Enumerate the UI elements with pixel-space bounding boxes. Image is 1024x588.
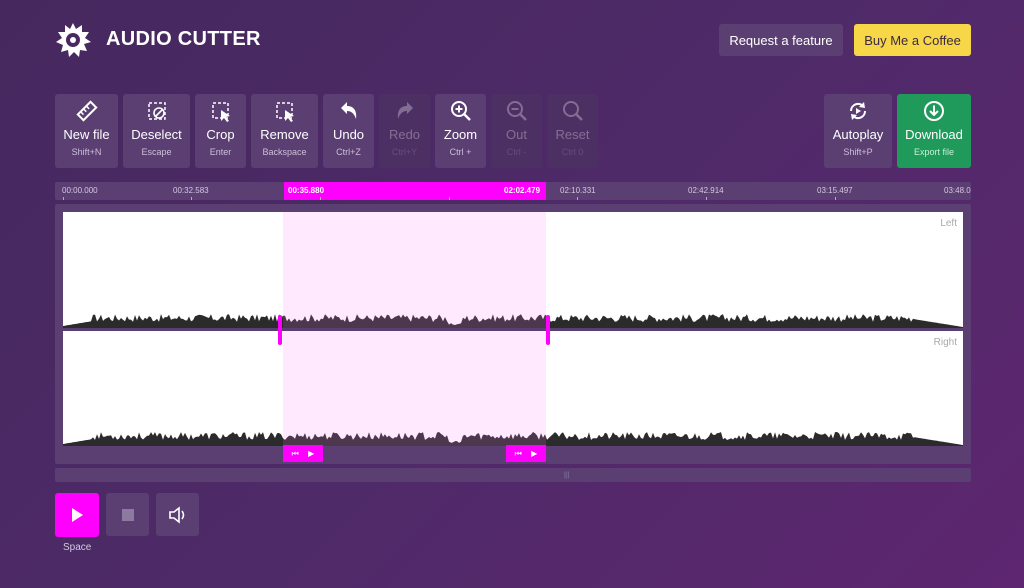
- download-button[interactable]: Download Export file: [897, 94, 971, 168]
- timeline-tick: 02:42.914: [688, 186, 724, 195]
- speaker-icon: [168, 505, 184, 524]
- timeline-tick-mark: [835, 197, 836, 200]
- deselect-label: Deselect: [131, 127, 182, 142]
- redo-shortcut: Ctrl+Y: [391, 147, 418, 157]
- crop-shortcut: Enter: [209, 147, 232, 157]
- ruler-icon: [75, 100, 98, 122]
- new-file-shortcut: Shift+N: [71, 147, 102, 157]
- stop-button[interactable]: [106, 493, 149, 536]
- selection-start-handle[interactable]: ⏮ ▶: [283, 445, 323, 462]
- saw-blade-logo-icon: [56, 23, 91, 57]
- selection-start-time: 00:35.880: [288, 186, 325, 195]
- app-header: AUDIO CUTTER Request a feature Buy Me a …: [0, 0, 1024, 80]
- download-shortcut: Export file: [913, 147, 955, 157]
- zoom-in-button[interactable]: Zoom Ctrl +: [435, 94, 486, 168]
- app-title: AUDIO CUTTER: [106, 28, 261, 50]
- autoplay-icon: [849, 102, 867, 120]
- timeline-ruler[interactable]: 00:00.000 00:32.583 02:10.331 02:42.914 …: [55, 182, 971, 200]
- redo-icon: [397, 102, 413, 119]
- download-icon: [924, 101, 944, 121]
- zoom-out-icon: [506, 101, 527, 121]
- timeline-tick: 03:48.080: [944, 186, 971, 195]
- play-button[interactable]: [55, 493, 99, 537]
- zoom-out-button[interactable]: Out Ctrl -: [491, 94, 542, 168]
- remove-button[interactable]: Remove Backspace: [251, 94, 318, 168]
- zoom-in-icon: [450, 101, 471, 121]
- selection-end-time: 02:02.479: [504, 186, 541, 195]
- zoom-reset-label: Reset: [555, 127, 590, 142]
- redo-label: Redo: [388, 127, 421, 142]
- selection-end-marker[interactable]: [546, 315, 550, 345]
- stop-icon: [121, 508, 134, 521]
- timeline-tick: 03:15.497: [817, 186, 853, 195]
- remove-label: Remove: [260, 127, 309, 142]
- timeline-tick-mark: [63, 197, 64, 200]
- undo-shortcut: Ctrl+Z: [336, 147, 361, 157]
- download-label: Download: [905, 127, 963, 142]
- play-from-start-icon: ▶: [308, 449, 315, 458]
- zoom-out-shortcut: Ctrl -: [506, 147, 527, 157]
- selection-start-marker[interactable]: [278, 315, 282, 345]
- timeline-tick: 00:00.000: [62, 186, 98, 195]
- zoom-in-shortcut: Ctrl +: [449, 147, 472, 157]
- play-shortcut-hint: Space: [63, 542, 92, 553]
- scroll-grip-icon[interactable]: |||: [564, 472, 569, 479]
- selection-overlay: [283, 331, 546, 446]
- deselect-button[interactable]: Deselect Escape: [123, 94, 190, 168]
- timeline-tick-mark: [449, 197, 450, 200]
- zoom-reset-button[interactable]: Reset Ctrl 0: [547, 94, 598, 168]
- right-channel-waveform[interactable]: Right: [63, 331, 963, 446]
- selection-end-handle[interactable]: ⏮ ▶: [506, 445, 546, 462]
- crop-label: Crop: [206, 127, 235, 142]
- autoplay-shortcut: Shift+P: [843, 147, 873, 157]
- play-from-end-icon: ▶: [531, 449, 538, 458]
- timeline-tick-mark: [706, 197, 707, 200]
- deselect-icon: [147, 102, 166, 120]
- skip-start-icon: ⏮: [514, 448, 522, 458]
- waveform-panel[interactable]: Left Right: [55, 204, 971, 464]
- timeline-tick: 02:10.331: [560, 186, 596, 195]
- crop-button[interactable]: Crop Enter: [195, 94, 246, 168]
- redo-button[interactable]: Redo Ctrl+Y: [379, 94, 430, 168]
- left-channel-waveform[interactable]: Left: [63, 212, 963, 328]
- right-channel-label: Right: [933, 337, 957, 348]
- zoom-out-label: Out: [506, 127, 527, 142]
- deselect-shortcut: Escape: [141, 147, 172, 157]
- undo-icon: [340, 102, 356, 119]
- selection-overlay: [283, 212, 546, 328]
- timeline-tick-mark: [191, 197, 192, 200]
- remove-shortcut: Backspace: [262, 147, 307, 157]
- zoom-reset-shortcut: Ctrl 0: [561, 147, 584, 157]
- crop-icon: [211, 102, 230, 122]
- new-file-button[interactable]: New file Shift+N: [55, 94, 118, 168]
- buy-me-a-coffee-button[interactable]: Buy Me a Coffee: [854, 24, 971, 56]
- undo-label: Undo: [332, 127, 365, 142]
- request-feature-button[interactable]: Request a feature: [719, 24, 843, 56]
- left-channel-label: Left: [940, 218, 957, 229]
- zoom-reset-icon: [562, 101, 583, 121]
- autoplay-button[interactable]: Autoplay Shift+P: [824, 94, 892, 168]
- autoplay-label: Autoplay: [832, 127, 884, 142]
- skip-start-icon: ⏮: [291, 448, 299, 458]
- remove-icon: [275, 102, 294, 122]
- timeline-tick-mark: [577, 197, 578, 200]
- play-icon: [72, 508, 83, 522]
- timeline-tick: 00:32.583: [173, 186, 209, 195]
- new-file-label: New file: [63, 127, 110, 142]
- undo-button[interactable]: Undo Ctrl+Z: [323, 94, 374, 168]
- timeline-tick-mark: [320, 197, 321, 200]
- volume-button[interactable]: [156, 493, 199, 536]
- horizontal-scrollbar[interactable]: |||: [55, 468, 971, 482]
- zoom-in-label: Zoom: [443, 127, 478, 142]
